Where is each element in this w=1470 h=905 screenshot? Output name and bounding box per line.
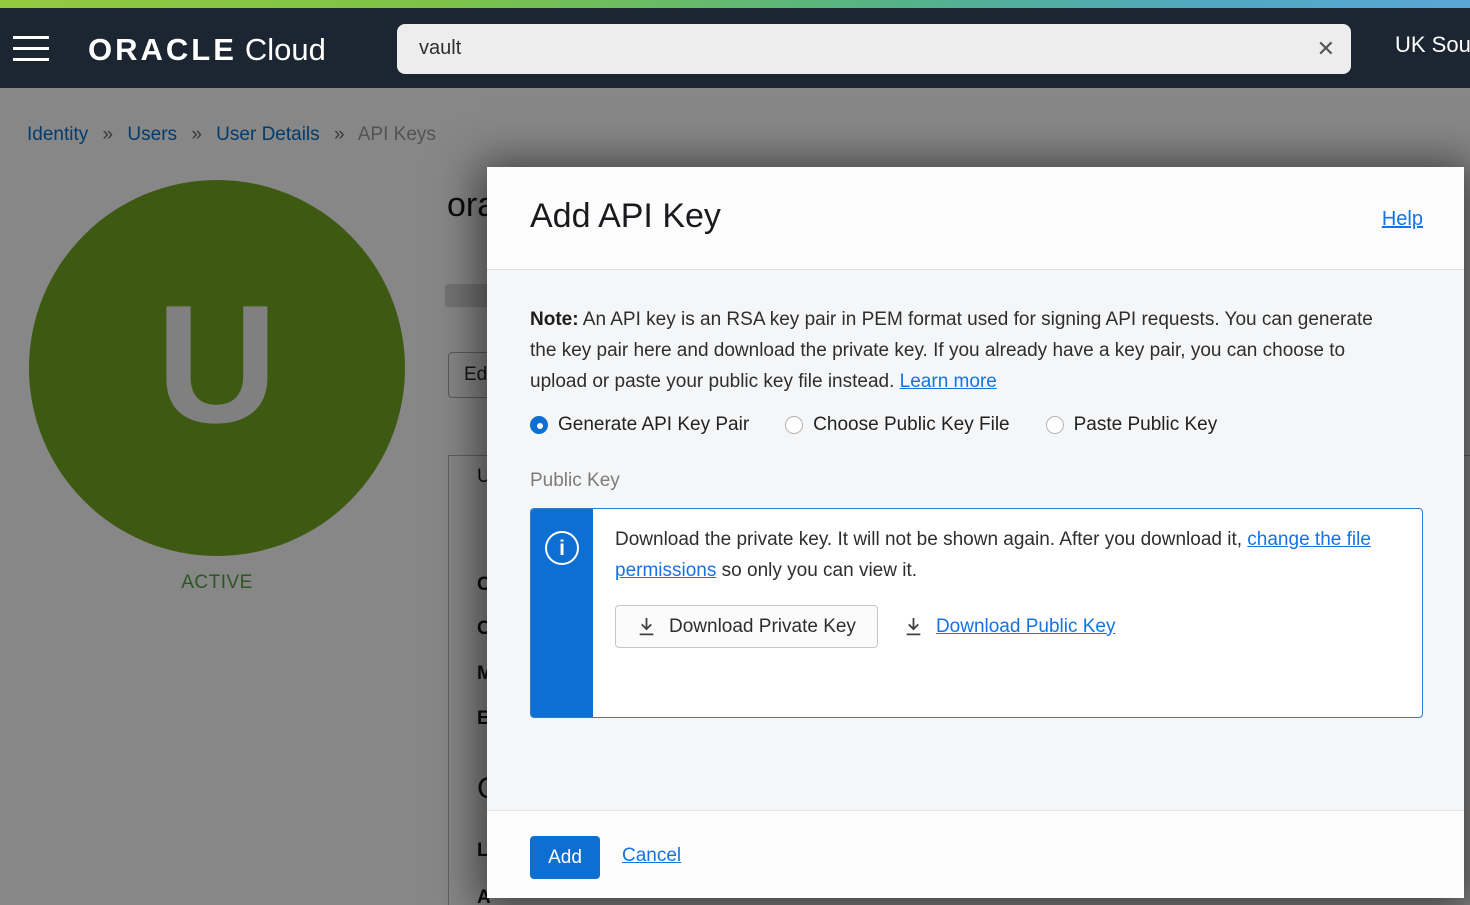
search-input[interactable]: vault ✕ — [397, 24, 1351, 74]
top-bar: ORACLECloud vault ✕ UK Sou — [0, 8, 1470, 88]
download-icon — [637, 617, 656, 637]
key-source-radio-group: Generate API Key Pair Choose Public Key … — [530, 414, 1217, 436]
screen: ORACLECloud vault ✕ UK Sou Identity » Us… — [0, 0, 1470, 905]
radio-selected-icon[interactable] — [530, 416, 548, 434]
download-icon — [904, 617, 923, 637]
radio-unselected-icon[interactable] — [1046, 416, 1064, 434]
add-api-key-modal: Add API Key Help Note: An API key is an … — [487, 167, 1464, 898]
modal-body: Note: An API key is an RSA key pair in P… — [487, 270, 1464, 810]
region-selector[interactable]: UK Sou — [1395, 32, 1470, 58]
radio-choose-public-key-file[interactable]: Choose Public Key File — [785, 414, 1009, 436]
search-value[interactable]: vault — [419, 37, 461, 60]
info-banner-content: Download the private key. It will not be… — [615, 524, 1405, 648]
info-banner-stripe: i — [531, 509, 593, 717]
learn-more-link[interactable]: Learn more — [900, 371, 997, 392]
info-banner: i Download the private key. It will not … — [530, 508, 1423, 718]
logo-oracle: ORACLE — [88, 32, 237, 67]
note-paragraph: Note: An API key is an RSA key pair in P… — [530, 304, 1392, 397]
modal-footer: Add Cancel — [487, 810, 1464, 898]
radio-unselected-icon[interactable] — [785, 416, 803, 434]
info-text: Download the private key. It will not be… — [615, 524, 1405, 586]
modal-title: Add API Key — [530, 197, 721, 236]
download-public-key-link[interactable]: Download Public Key — [936, 616, 1116, 638]
download-private-key-button[interactable]: Download Private Key — [615, 605, 878, 648]
logo-cloud: Cloud — [245, 32, 326, 67]
brand-gradient-strip — [0, 0, 1470, 8]
clear-search-icon[interactable]: ✕ — [1317, 34, 1335, 64]
download-public-key-action[interactable]: Download Public Key — [904, 616, 1116, 638]
add-button[interactable]: Add — [530, 836, 600, 879]
cancel-link[interactable]: Cancel — [622, 845, 681, 867]
oracle-cloud-logo: ORACLECloud — [88, 32, 326, 68]
menu-icon[interactable] — [13, 36, 49, 61]
public-key-label: Public Key — [530, 470, 620, 492]
radio-generate-api-key-pair[interactable]: Generate API Key Pair — [530, 414, 749, 436]
radio-paste-public-key[interactable]: Paste Public Key — [1046, 414, 1218, 436]
info-icon: i — [545, 531, 579, 565]
modal-header: Add API Key Help — [487, 167, 1464, 270]
help-link[interactable]: Help — [1382, 208, 1423, 231]
download-actions-row: Download Private Key Download Public Key — [615, 605, 1405, 648]
note-bold: Note: — [530, 309, 579, 330]
